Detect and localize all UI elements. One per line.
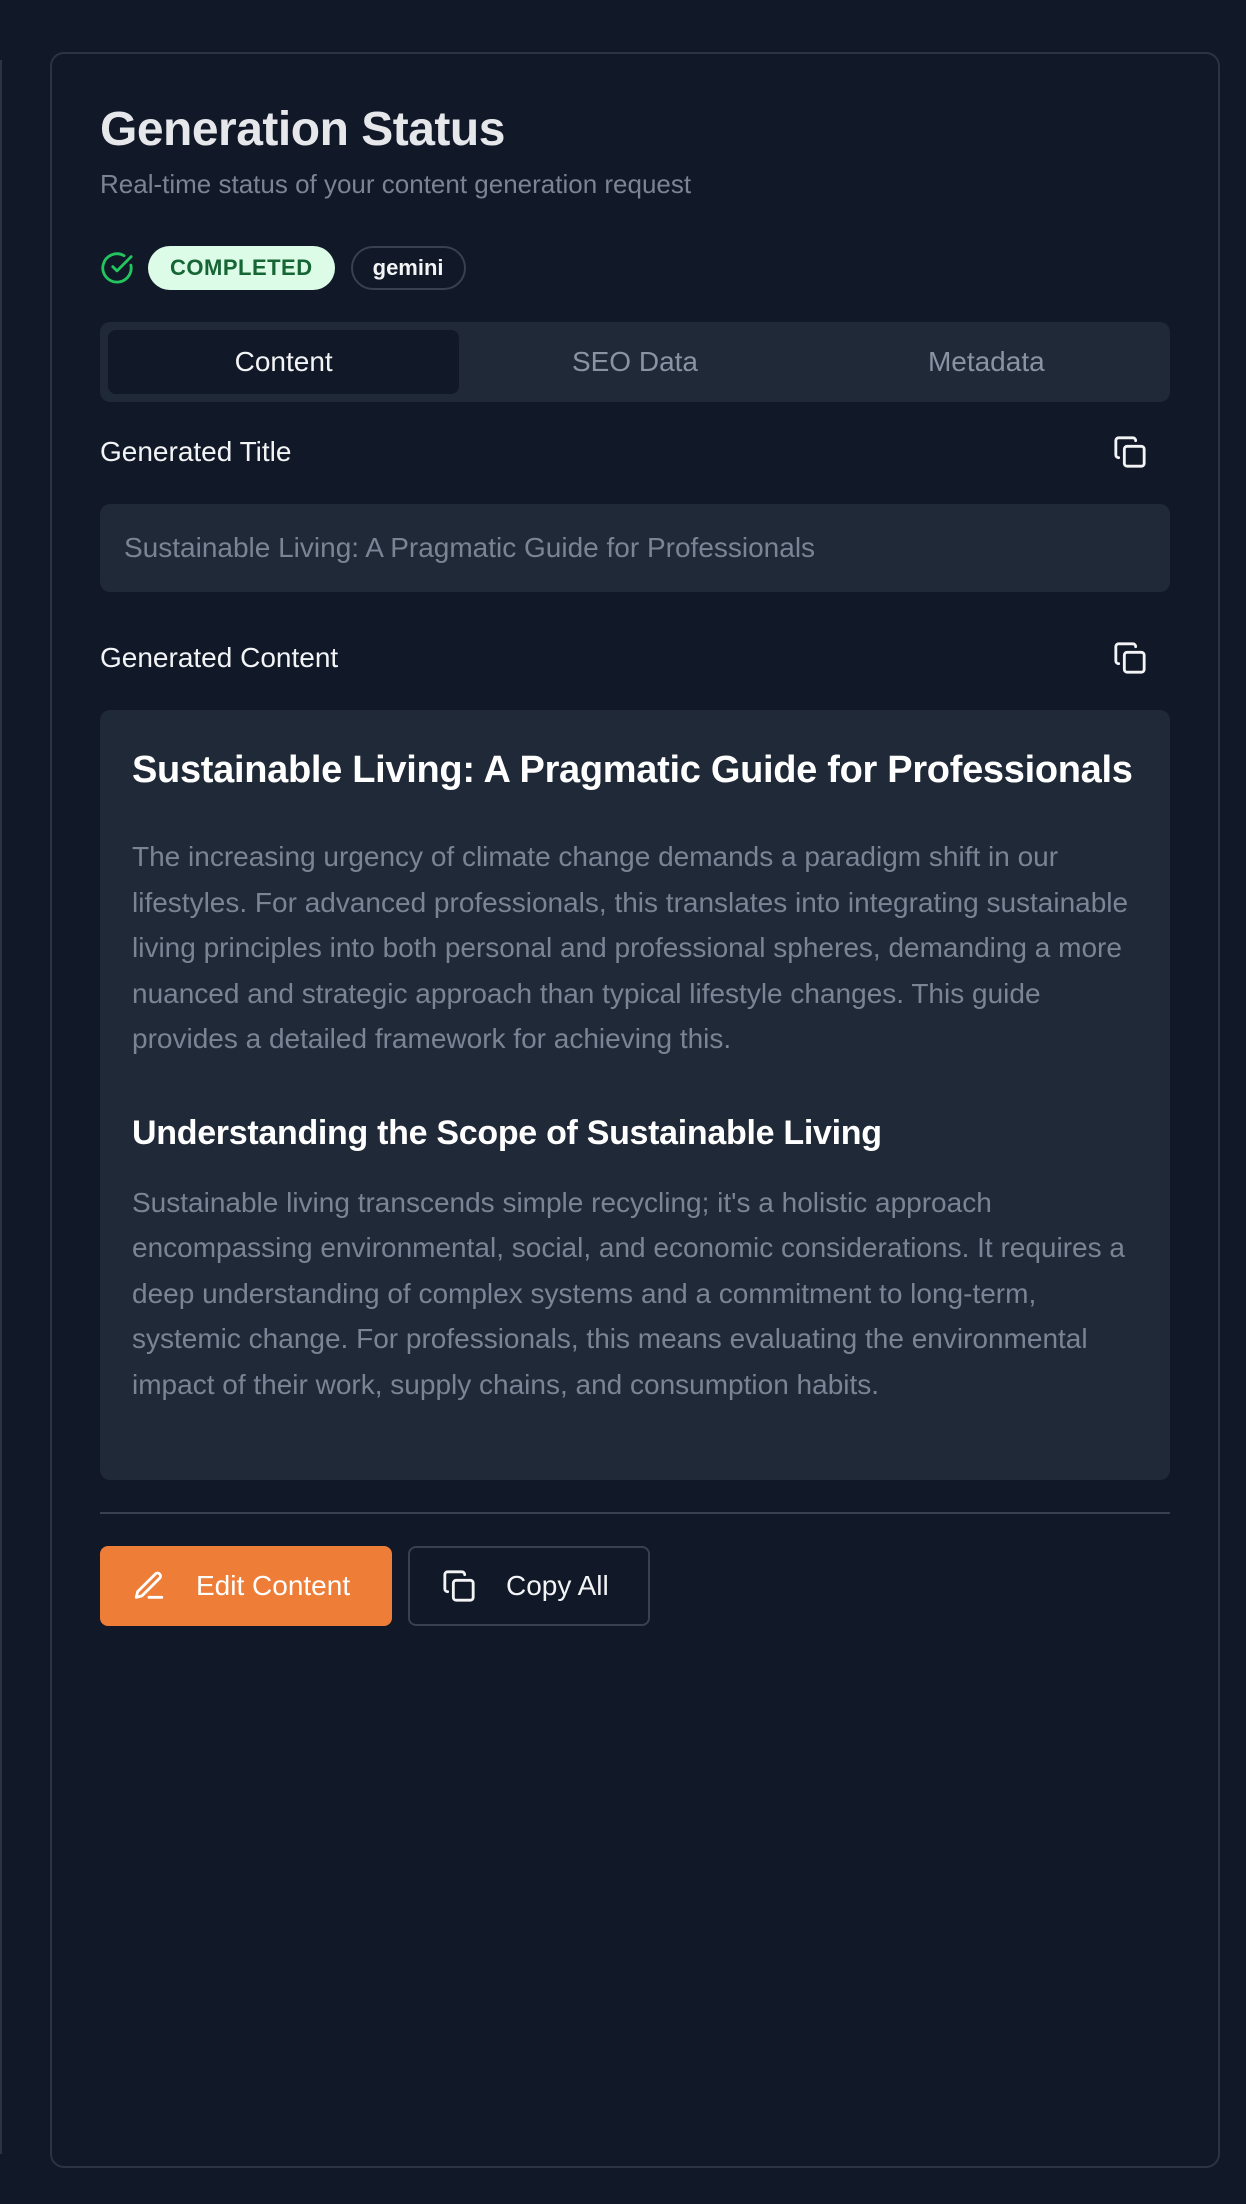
tab-metadata[interactable]: Metadata xyxy=(811,330,1162,394)
check-circle-icon xyxy=(100,251,134,285)
divider xyxy=(100,1512,1170,1514)
generated-title-value: Sustainable Living: A Pragmatic Guide fo… xyxy=(100,504,1170,592)
tab-bar: Content SEO Data Metadata xyxy=(100,322,1170,402)
model-badge: gemini xyxy=(350,246,466,290)
tab-seo-data[interactable]: SEO Data xyxy=(459,330,810,394)
edit-content-button[interactable]: Edit Content xyxy=(100,1546,392,1626)
content-heading: Sustainable Living: A Pragmatic Guide fo… xyxy=(132,749,1133,791)
content-section-body: Sustainable living transcends simple rec… xyxy=(132,1186,1125,1400)
left-panel-edge xyxy=(0,60,2,2154)
generated-title-label: Generated Title xyxy=(100,436,292,467)
tab-content[interactable]: Content xyxy=(108,330,460,394)
generated-title-header: Generated Title xyxy=(100,432,1170,472)
generated-content-header: Generated Content xyxy=(100,638,1170,678)
generated-content-preview[interactable]: Sustainable Living: A Pragmatic Guide fo… xyxy=(100,710,1170,1480)
content-section-heading: Understanding the Scope of Sustainable L… xyxy=(132,1113,882,1152)
content-intro: The increasing urgency of climate change… xyxy=(132,841,1129,1054)
copy-all-button[interactable]: Copy All xyxy=(408,1546,650,1626)
copy-icon xyxy=(1114,436,1146,468)
copy-title-button[interactable] xyxy=(1110,432,1150,472)
generation-status-card: Generation Status Real-time status of yo… xyxy=(50,52,1220,2168)
action-buttons: Edit Content Copy All xyxy=(100,1546,1170,1626)
page-subtitle: Real-time status of your content generat… xyxy=(100,169,692,199)
status-row: COMPLETED gemini xyxy=(100,246,1170,290)
edit-content-label: Edit Content xyxy=(196,1570,351,1601)
copy-content-button[interactable] xyxy=(1110,638,1150,678)
page-title: Generation Status xyxy=(100,103,505,156)
generated-content-label: Generated Content xyxy=(100,642,339,673)
card-body: Generation Status Real-time status of yo… xyxy=(100,102,1170,1626)
copy-icon xyxy=(1114,642,1146,674)
pencil-icon xyxy=(132,1569,166,1603)
copy-all-label: Copy All xyxy=(506,1570,609,1601)
status-badge: COMPLETED xyxy=(148,246,335,290)
copy-icon xyxy=(442,1569,476,1603)
